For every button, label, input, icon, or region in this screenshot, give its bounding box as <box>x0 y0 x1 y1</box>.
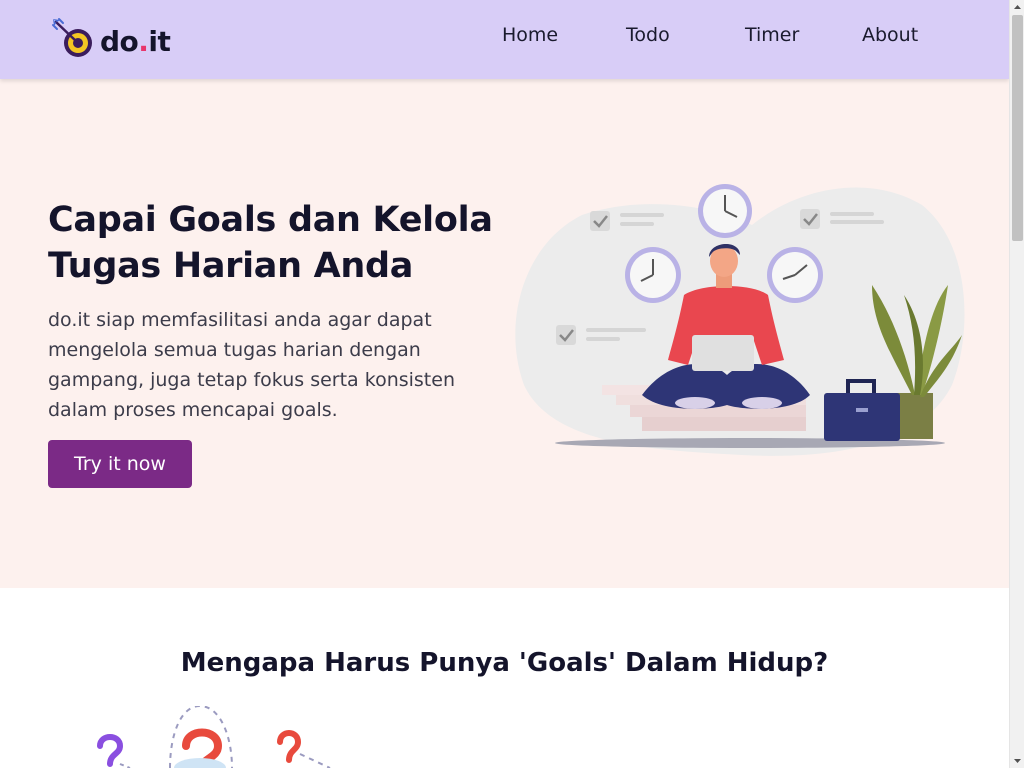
scroll-thumb[interactable] <box>1012 15 1023 241</box>
page: do.it Home Todo Timer About Capai Goals … <box>0 0 1009 768</box>
try-it-now-button[interactable]: Try it now <box>48 440 192 488</box>
main-nav: Home Todo Timer About <box>0 24 1009 52</box>
nav-timer[interactable]: Timer <box>745 24 799 46</box>
scroll-down-arrow-icon[interactable] <box>1010 753 1024 768</box>
nav-about[interactable]: About <box>862 24 918 46</box>
clock-icon <box>698 184 752 238</box>
hero-title: Capai Goals dan Kelola Tugas Harian Anda <box>48 200 493 286</box>
section-title: Mengapa Harus Punya 'Goals' Dalam Hidup? <box>180 648 829 678</box>
hero-section: Capai Goals dan Kelola Tugas Harian Anda… <box>0 79 1009 588</box>
nav-todo[interactable]: Todo <box>626 24 670 46</box>
nav-home[interactable]: Home <box>502 24 558 46</box>
question-marks-illustration <box>97 706 331 768</box>
scroll-up-arrow-icon[interactable] <box>1010 0 1024 15</box>
page-scrollbar[interactable] <box>1009 0 1024 768</box>
hero-illustration <box>515 184 965 456</box>
hero-description: do.it siap memfasilitasi anda agar dapat… <box>48 309 455 421</box>
clock-icon <box>767 247 823 303</box>
why-goals-section: Mengapa Harus Punya 'Goals' Dalam Hidup? <box>0 588 1009 768</box>
site-header: do.it Home Todo Timer About <box>0 0 1009 79</box>
clock-icon <box>625 247 681 303</box>
